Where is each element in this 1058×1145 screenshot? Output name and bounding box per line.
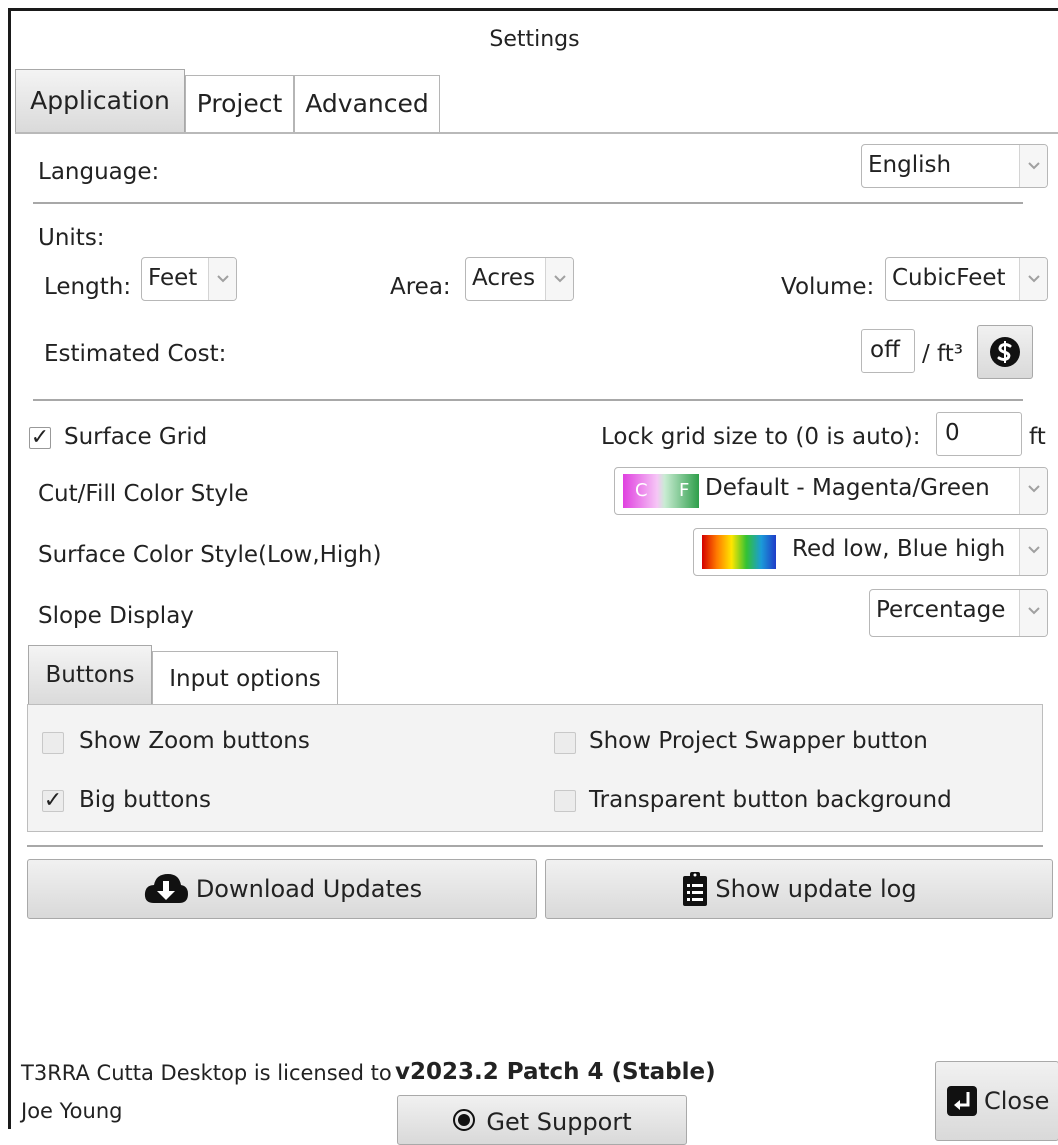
dollar-coin-icon <box>990 337 1020 367</box>
show-zoom-label: Show Zoom buttons <box>79 728 310 754</box>
cutfill-label: Cut/Fill Color Style <box>38 481 249 507</box>
show-update-log-label: Show update log <box>715 875 917 903</box>
buttons-options-panel: Show Zoom buttons ✓ Big buttons Show Pro… <box>27 704 1043 832</box>
volume-value: CubicFeet <box>892 265 1006 291</box>
get-support-button[interactable]: Get Support <box>397 1095 687 1145</box>
cutfill-swatch: C F <box>623 474 699 508</box>
cut-swatch-label: C <box>635 480 648 501</box>
radio-icon <box>453 1109 476 1131</box>
tab-advanced[interactable]: Advanced <box>294 75 440 132</box>
tab-input-options[interactable]: Input options <box>152 651 338 705</box>
chevron-down-icon <box>1019 145 1047 187</box>
area-value: Acres <box>472 265 536 291</box>
lock-grid-label: Lock grid size to (0 is auto): <box>601 424 921 450</box>
volume-label: Volume: <box>781 274 875 300</box>
license-text: T3RRA Cutta Desktop is licensed to <box>21 1061 392 1085</box>
tab-project[interactable]: Project <box>185 75 294 132</box>
get-support-label: Get Support <box>486 1108 632 1136</box>
cloud-download-icon <box>144 874 188 903</box>
download-updates-button[interactable]: Download Updates <box>27 859 537 919</box>
tab-underline <box>15 132 1058 134</box>
divider <box>27 845 1043 847</box>
exit-icon <box>947 1086 977 1116</box>
surface-color-value: Red low, Blue high <box>792 536 1006 562</box>
show-swapper-checkbox[interactable] <box>554 732 576 754</box>
area-select[interactable]: Acres <box>465 257 574 301</box>
show-update-log-button[interactable]: Show update log <box>545 859 1053 919</box>
settings-window: Settings Application Project Advanced La… <box>8 8 1058 1145</box>
tab-application[interactable]: Application <box>15 69 185 132</box>
divider <box>33 399 1023 401</box>
version-text: v2023.2 Patch 4 (Stable) <box>395 1059 716 1085</box>
lock-grid-input[interactable]: 0 <box>936 412 1022 456</box>
chevron-down-icon <box>545 258 573 300</box>
language-value: English <box>868 152 952 178</box>
chevron-down-icon <box>208 258 236 300</box>
show-swapper-label: Show Project Swapper button <box>589 728 928 754</box>
chevron-down-icon <box>1019 468 1047 514</box>
cutfill-select[interactable]: C F Default - Magenta/Green <box>614 467 1048 515</box>
transparent-bg-label: Transparent button background <box>589 787 952 813</box>
chevron-down-icon <box>1019 590 1047 636</box>
cutfill-value: Default - Magenta/Green <box>705 475 990 501</box>
slope-value: Percentage <box>876 597 1006 623</box>
lock-grid-unit: ft <box>1029 424 1046 450</box>
show-zoom-checkbox[interactable] <box>42 732 64 754</box>
length-select[interactable]: Feet <box>141 257 237 301</box>
rainbow-swatch <box>702 535 776 569</box>
divider <box>33 202 1023 204</box>
estimated-cost-input[interactable]: off <box>861 329 915 373</box>
length-value: Feet <box>148 265 198 291</box>
surface-color-select[interactable]: Red low, Blue high <box>693 528 1048 576</box>
cost-unit: / ft³ <box>922 341 963 367</box>
big-buttons-checkbox[interactable]: ✓ <box>42 790 64 812</box>
units-heading: Units: <box>38 225 105 251</box>
window-title: Settings <box>489 27 580 52</box>
volume-select[interactable]: CubicFeet <box>885 257 1048 301</box>
close-label: Close <box>984 1087 1050 1115</box>
download-updates-label: Download Updates <box>195 875 423 903</box>
chevron-down-icon <box>1019 529 1047 575</box>
fill-swatch-label: F <box>679 480 690 501</box>
surface-grid-label: Surface Grid <box>64 424 208 450</box>
chevron-down-icon <box>1019 258 1047 300</box>
licensee-name: Joe Young <box>21 1099 123 1123</box>
slope-label: Slope Display <box>38 603 194 629</box>
currency-button[interactable] <box>977 325 1033 379</box>
language-select[interactable]: English <box>861 144 1048 188</box>
close-button[interactable]: Close <box>935 1061 1058 1141</box>
surface-color-label: Surface Color Style(Low,High) <box>38 542 382 568</box>
language-label: Language: <box>38 159 160 185</box>
big-buttons-label: Big buttons <box>79 787 211 813</box>
area-label: Area: <box>390 274 451 300</box>
transparent-bg-checkbox[interactable] <box>554 790 576 812</box>
surface-grid-checkbox[interactable]: ✓ <box>29 427 51 449</box>
clipboard-list-icon <box>683 872 708 906</box>
slope-select[interactable]: Percentage <box>869 589 1048 637</box>
estimated-cost-label: Estimated Cost: <box>44 341 227 367</box>
length-label: Length: <box>44 274 132 300</box>
tab-buttons[interactable]: Buttons <box>28 645 152 705</box>
